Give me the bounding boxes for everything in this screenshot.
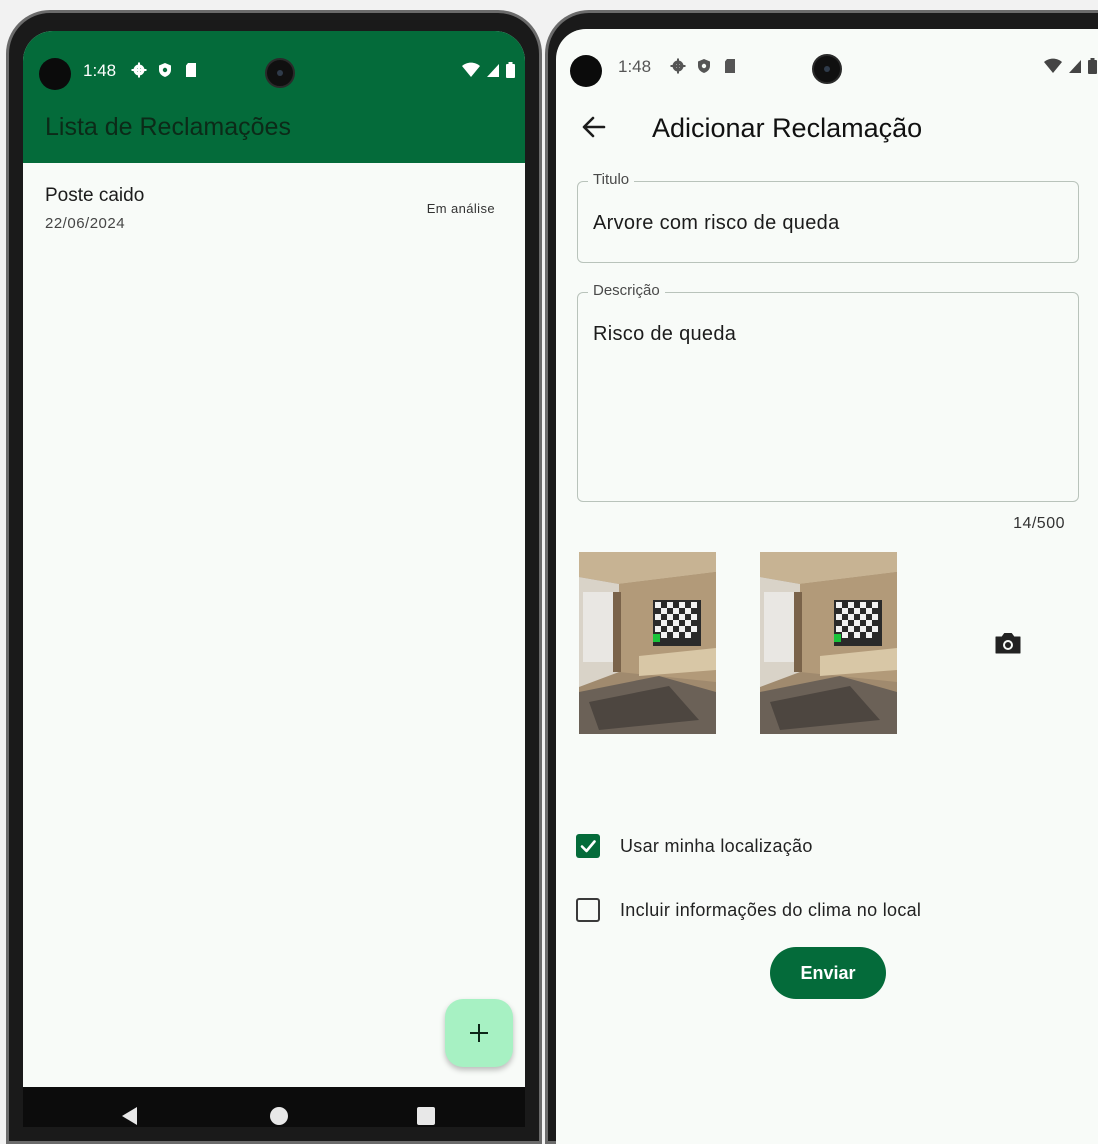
recents-square-icon[interactable] (415, 1105, 437, 1127)
status-time: 1:48 (83, 61, 117, 80)
status-badge: Em análise (426, 201, 495, 216)
system-nav-bar (23, 1087, 525, 1127)
list-item-title: Poste caido (45, 185, 145, 206)
include-weather-checkbox[interactable]: Incluir informações do clima no local (576, 896, 921, 924)
description-field[interactable]: Descrição Risco de queda (577, 282, 1079, 502)
sd-card-icon (725, 59, 735, 73)
room-photo-image (760, 552, 897, 734)
page-title: Lista de Reclamações (45, 113, 291, 141)
phone-frame-list: 1:48 Lista de Reclamações Poste caido 22… (6, 10, 542, 1144)
screenshot-stage: 1:48 Lista de Reclamações Poste caido 22… (0, 0, 1098, 1144)
battery-icon (1088, 58, 1097, 74)
use-location-checkbox[interactable]: Usar minha localização (576, 832, 813, 860)
include-weather-label: Incluir informações do clima no local (620, 899, 922, 920)
wifi-icon (462, 62, 480, 77)
title-field-label: Titulo (588, 171, 635, 188)
front-camera (812, 54, 842, 84)
character-counter: 14/500 (1013, 515, 1065, 532)
sd-card-icon (186, 63, 196, 77)
screen-add: 1:48 Adicionar Reclamação Titulo Arvore … (556, 29, 1098, 1144)
list-item[interactable]: Poste caido 22/06/2024 Em análise (23, 171, 525, 241)
wifi-icon (1044, 58, 1062, 73)
status-bar: 1:48 (23, 31, 525, 91)
photo-thumbnail[interactable] (579, 552, 716, 734)
check-icon (580, 840, 596, 853)
add-complaint-button[interactable] (445, 999, 513, 1067)
title-field[interactable]: Titulo Arvore com risco de queda (577, 171, 1079, 263)
home-circle-icon[interactable] (268, 1105, 290, 1127)
checkbox-checked[interactable] (576, 834, 600, 858)
title-field-value[interactable]: Arvore com risco de queda (593, 212, 840, 235)
camera-punch-hole (39, 58, 71, 90)
arrow-left-icon[interactable] (578, 111, 610, 143)
camera-punch-hole (570, 55, 602, 87)
status-time: 1:48 (618, 57, 652, 76)
gear-icon (670, 58, 686, 74)
page-title: Adicionar Reclamação (652, 113, 923, 143)
phone-frame-add: 1:48 Adicionar Reclamação Titulo Arvore … (545, 10, 1098, 1144)
photo-thumbnail[interactable] (760, 552, 897, 734)
shield-icon (159, 63, 171, 77)
signal-icon (487, 64, 499, 77)
signal-icon (1069, 60, 1081, 73)
app-bar: 1:48 Lista de Reclamações (23, 31, 525, 163)
use-location-label: Usar minha localização (620, 835, 813, 856)
back-triangle-icon[interactable] (119, 1105, 141, 1127)
submit-button[interactable]: Enviar (770, 947, 886, 999)
plus-icon (470, 1024, 488, 1042)
battery-icon (506, 62, 515, 78)
gear-icon (131, 62, 147, 78)
front-camera (265, 58, 295, 88)
status-bar: 1:48 (556, 29, 1098, 89)
checkbox-unchecked[interactable] (576, 898, 600, 922)
shield-icon (698, 59, 710, 73)
description-field-value[interactable]: Risco de queda (593, 323, 736, 346)
list-item-date: 22/06/2024 (45, 215, 126, 232)
description-field-label: Descrição (588, 282, 665, 299)
camera-icon[interactable] (992, 627, 1024, 659)
room-photo-image (579, 552, 716, 734)
screen-list: 1:48 Lista de Reclamações Poste caido 22… (23, 31, 525, 1127)
